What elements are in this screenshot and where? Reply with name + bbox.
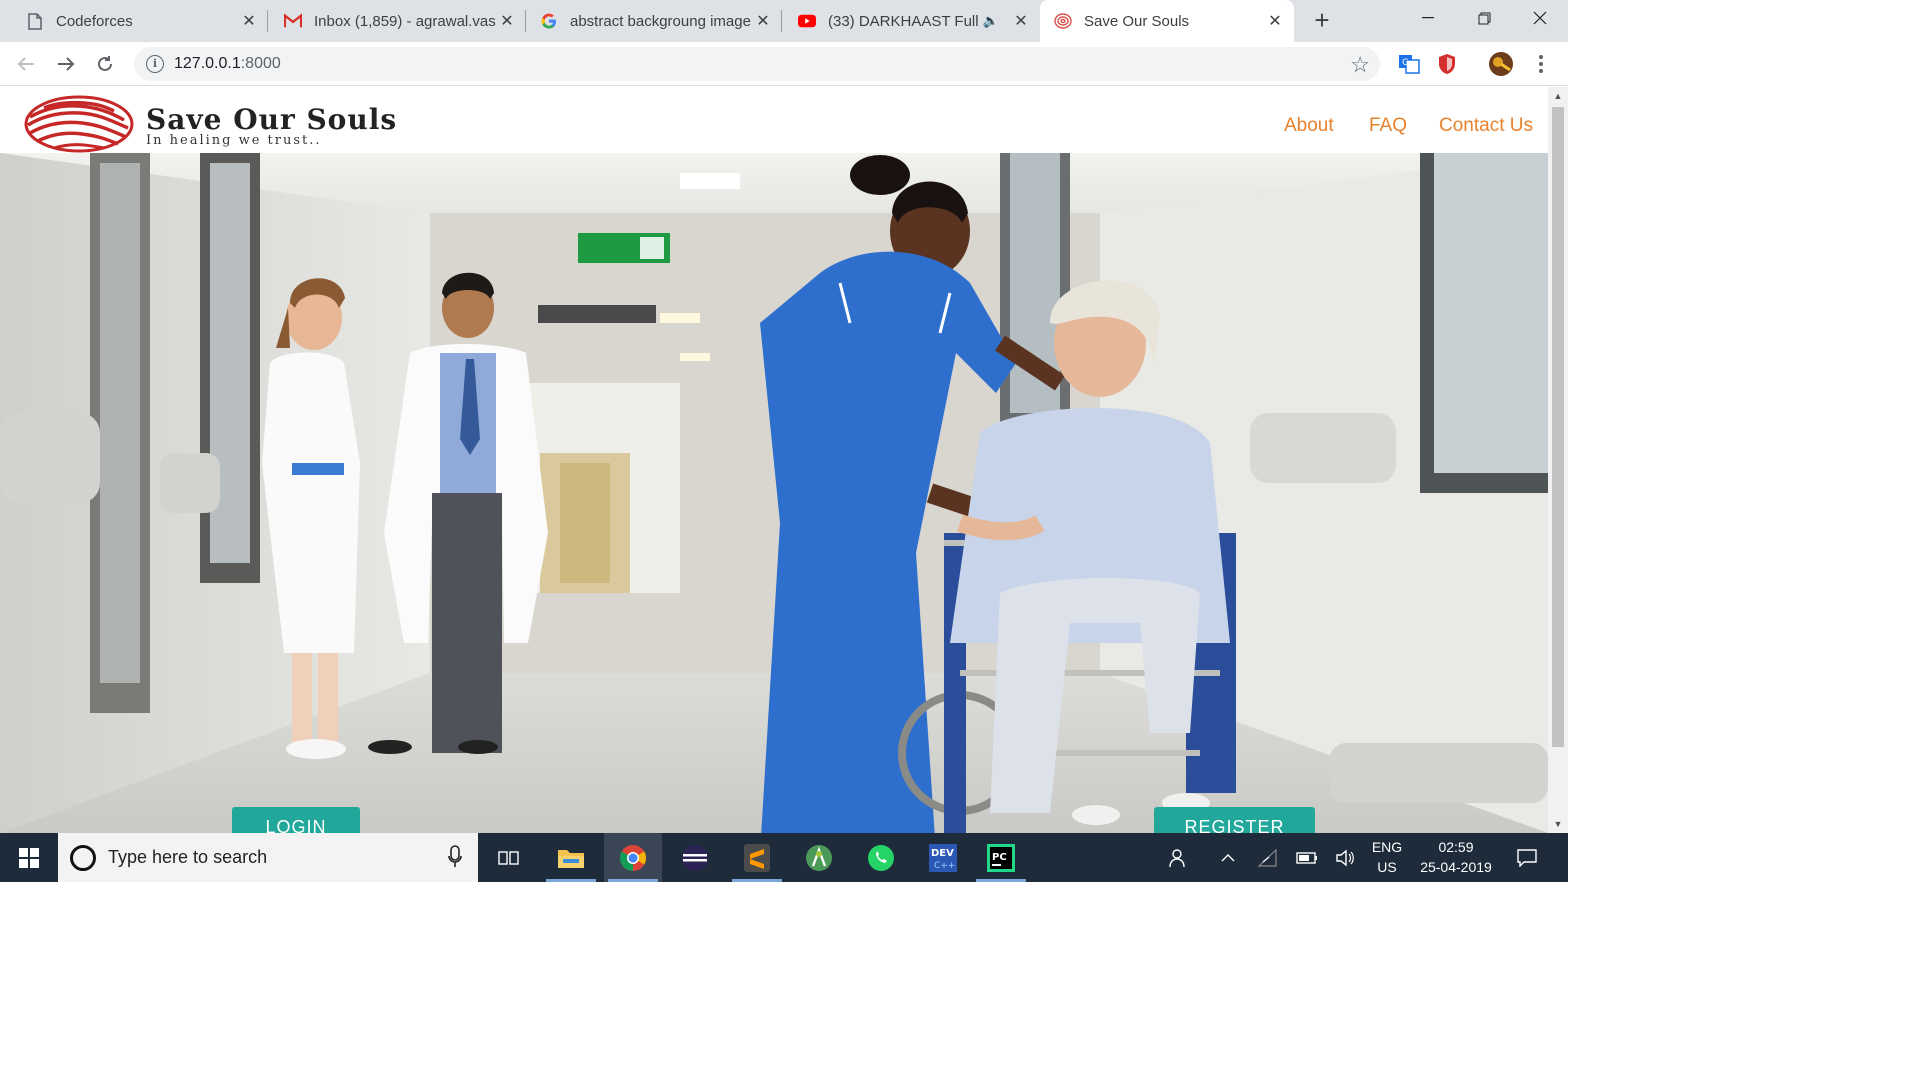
sublime-text-icon[interactable] [728,833,786,882]
eclipse-icon[interactable] [666,833,724,882]
url-host: 127.0.0.1 [174,55,241,72]
tab-gmail[interactable]: Inbox (1,859) - agrawal.vasu ✕ [270,0,526,42]
login-button[interactable]: LOGIN [232,807,360,833]
google-translate-icon[interactable]: G [1396,51,1422,77]
battery-icon[interactable] [1292,833,1322,882]
clock-time: 02:59 [1438,839,1474,855]
cortana-icon [70,844,96,871]
scroll-up-icon[interactable]: ▲ [1548,87,1568,105]
active-indicator [608,879,658,882]
new-tab-button[interactable]: + [1308,6,1336,34]
search-placeholder: Type here to search [108,847,268,867]
tab-title: Codeforces [56,12,133,30]
close-icon[interactable]: ✕ [496,11,518,31]
close-icon[interactable]: ✕ [1264,11,1286,31]
windows-start-icon[interactable] [0,833,58,882]
show-hidden-icons-chevron-icon[interactable] [1214,833,1242,882]
reload-icon[interactable] [91,50,119,78]
dev-cpp-icon[interactable]: DEV C++ [914,833,972,882]
hero-banner: LOGIN REGISTER [0,153,1548,833]
tab-save-our-souls[interactable]: Save Our Souls ✕ [1040,0,1294,42]
nav-contact-us[interactable]: Contact Us [1439,115,1533,137]
more-menu-icon[interactable] [1528,51,1554,77]
tab-youtube[interactable]: (33) DARKHAAST Full V 🔈 ✕ [784,0,1040,42]
browser-tab-strip: Codeforces ✕ Inbox (1,859) - agrawal.vas… [0,0,1568,42]
microphone-icon[interactable] [448,845,462,874]
minimize-icon[interactable] [1400,0,1456,36]
close-icon[interactable]: ✕ [1010,11,1032,31]
bookmark-star-icon[interactable]: ☆ [1350,52,1370,78]
language-code: ENG [1371,839,1403,855]
tab-codeforces[interactable]: Codeforces ✕ [12,0,268,42]
active-indicator [976,879,1026,882]
svg-text:C++: C++ [934,861,955,871]
youtube-icon [798,12,816,30]
mute-icon[interactable]: 🔈 [980,13,1002,29]
region-code: US [1377,859,1397,875]
android-studio-icon[interactable] [790,833,848,882]
site-header: Save Our Souls In healing we trust.. Abo… [0,87,1548,153]
tab-title: abstract backgroung image [570,12,751,30]
chrome-icon[interactable] [604,833,662,882]
hospital-corridor-photo [0,153,1548,833]
scrollbar-thumb[interactable] [1552,107,1564,747]
whatsapp-icon[interactable] [852,833,910,882]
fingerprint-logo-icon [24,95,134,153]
nav-faq[interactable]: FAQ [1369,115,1407,137]
svg-text:PC: PC [992,852,1007,863]
back-arrow-icon[interactable] [12,50,40,78]
forward-arrow-icon[interactable] [52,50,80,78]
active-indicator [732,879,782,882]
address-bar[interactable]: i 127.0.0.1:8000 ☆ [134,47,1380,81]
active-indicator [546,879,596,882]
shield-extension-icon[interactable] [1434,51,1460,77]
taskbar-clock[interactable]: 02:59 25-04-2019 [1410,837,1502,877]
file-explorer-icon[interactable] [542,833,600,882]
svg-text:G: G [1402,58,1409,68]
url-text[interactable]: 127.0.0.1:8000 [174,55,281,73]
site-brand-title[interactable]: Save Our Souls [146,103,397,136]
url-port: :8000 [240,55,281,72]
tab-google-search[interactable]: abstract backgroung image ✕ [526,0,782,42]
tab-title: Inbox (1,859) - agrawal.vasu [314,12,496,30]
action-center-icon[interactable] [1510,833,1544,882]
site-info-icon[interactable]: i [146,55,164,73]
clock-date: 25-04-2019 [1420,859,1492,875]
screen: Codeforces ✕ Inbox (1,859) - agrawal.vas… [0,0,1568,882]
site-tagline: In healing we trust.. [146,133,322,148]
close-icon[interactable]: ✕ [238,11,260,31]
page-scrollbar[interactable]: ▲ ▼ [1548,87,1568,833]
svg-text:DEV: DEV [931,848,954,859]
scroll-down-icon[interactable]: ▼ [1548,815,1568,833]
browser-toolbar: i 127.0.0.1:8000 ☆ G [0,42,1568,86]
fingerprint-icon [1054,12,1072,30]
tab-title: Save Our Souls [1084,12,1190,30]
profile-avatar[interactable] [1488,51,1514,77]
close-icon[interactable]: ✕ [752,11,774,31]
pycharm-icon[interactable]: PC [972,833,1030,882]
tab-separator [267,10,268,32]
nav-about[interactable]: About [1284,115,1334,137]
page-viewport: Save Our Souls In healing we trust.. Abo… [0,87,1568,833]
wifi-icon[interactable] [1252,833,1282,882]
window-close-icon[interactable] [1512,0,1568,36]
tab-title: (33) DARKHAAST Full V [828,12,980,30]
tab-separator [781,10,782,32]
taskbar-search-box[interactable]: Type here to search [58,833,478,882]
input-language[interactable]: ENG US [1366,837,1408,877]
windows-taskbar: Type here to search DEV C++ PC ENG US 02… [0,833,1568,882]
register-button[interactable]: REGISTER [1154,807,1315,833]
task-view-icon[interactable] [480,833,538,882]
document-icon [26,12,44,30]
gmail-icon [284,12,302,30]
volume-icon[interactable] [1330,833,1360,882]
restore-icon[interactable] [1456,0,1512,36]
people-icon[interactable] [1164,833,1194,882]
google-icon [540,12,558,30]
